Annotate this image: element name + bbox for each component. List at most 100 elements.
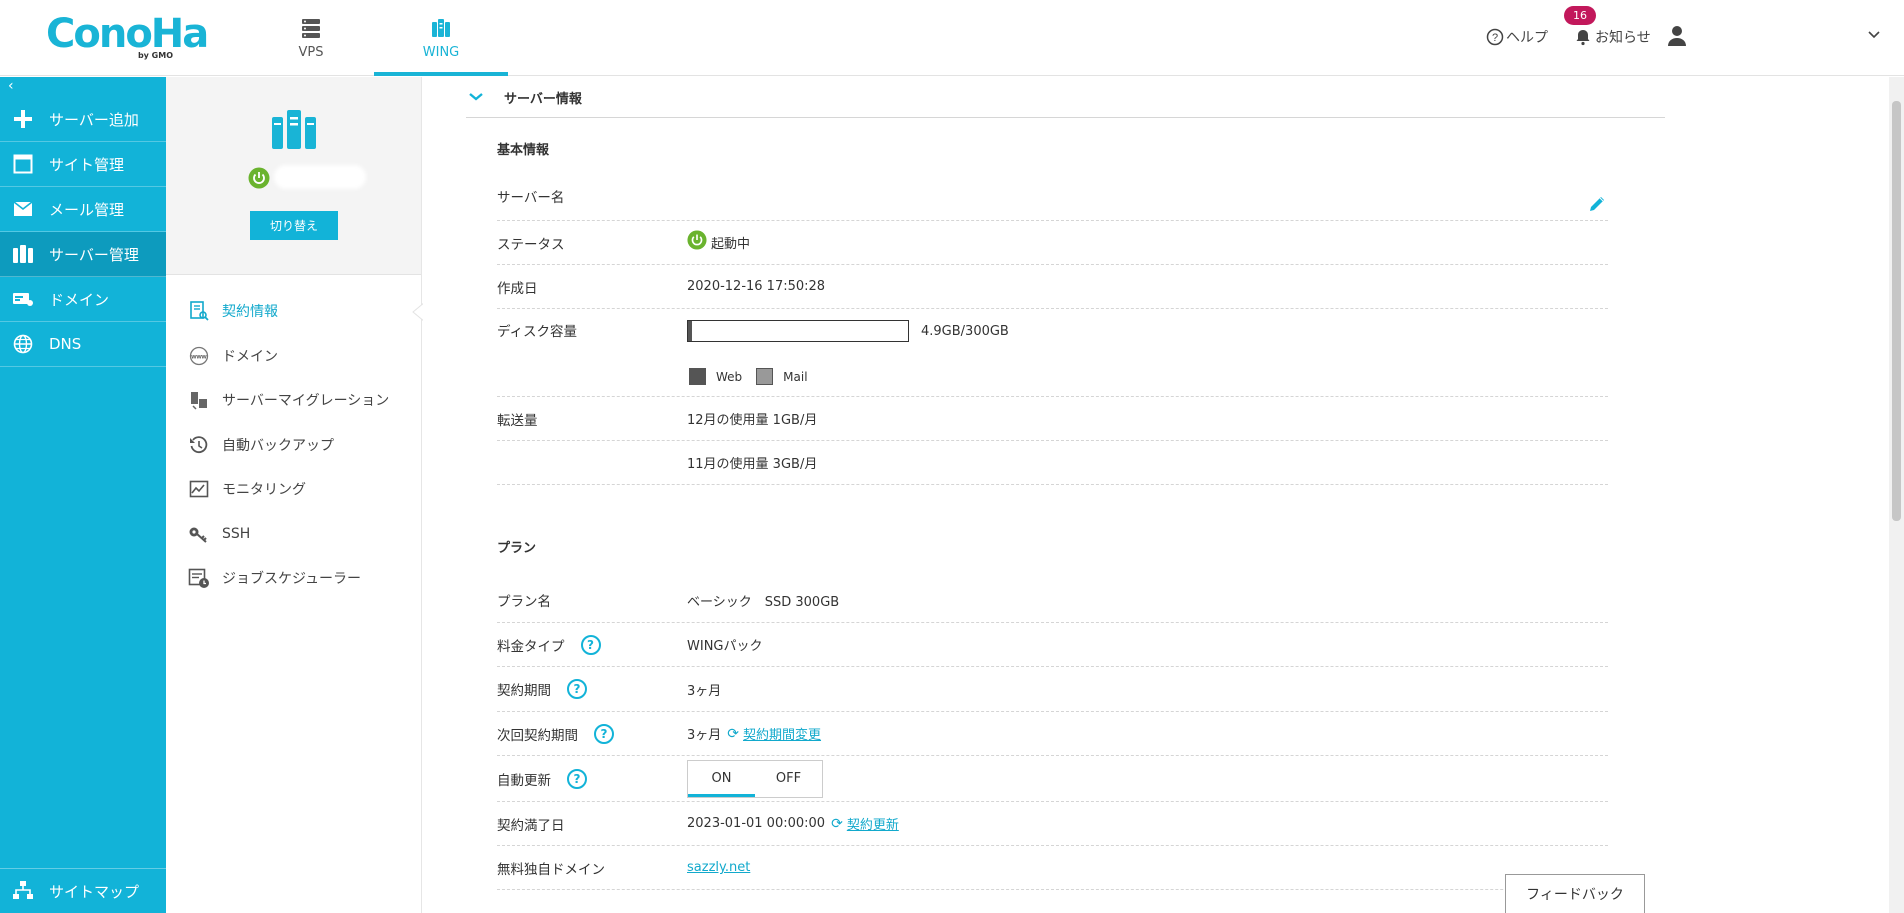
row-fee-type: 料金タイプ? WINGパック <box>497 623 1608 667</box>
logo-text: ConoHa <box>46 11 209 57</box>
page-scrollbar[interactable] <box>1889 77 1904 913</box>
renew-contract-link[interactable]: 契約更新 <box>847 814 899 833</box>
help-question-icon[interactable]: ? <box>567 679 587 699</box>
row-expiry: 契約満了日 2023-01-01 00:00:00 ⟳ 契約更新 <box>497 802 1608 846</box>
disk-usage-fill <box>688 321 692 341</box>
help-label: ヘルプ <box>1506 30 1548 46</box>
section-server-info[interactable]: サーバー情報 <box>466 77 1665 118</box>
notice-link[interactable]: お知らせ <box>1574 27 1651 47</box>
tab-wing[interactable]: WING <box>374 0 508 76</box>
period-label: 契約期間 <box>497 683 551 699</box>
switch-server-button[interactable]: 切り替え <box>250 211 338 240</box>
sidebar-item-mail[interactable]: メール管理 <box>0 187 166 232</box>
tab-wing-label: WING <box>422 44 460 60</box>
sidebar-collapse-button[interactable]: ‹ <box>0 77 166 97</box>
tab-vps-label: VPS <box>298 44 324 60</box>
status-value: 起動中 <box>711 237 751 252</box>
sidebar-item-add-server[interactable]: サーバー追加 <box>0 97 166 142</box>
help-question-icon[interactable]: ? <box>567 768 587 789</box>
menu-item-label: SSH <box>222 525 251 542</box>
menu-item-scheduler[interactable]: ジョブスケジューラー <box>166 556 421 601</box>
plan-heading: プラン <box>497 541 537 556</box>
plan-name-value: ベーシック SSD 300GB <box>687 595 840 610</box>
row-created: 作成日 2020-12-16 17:50:28 <box>497 265 1608 309</box>
transfer-label: 転送量 <box>497 412 538 429</box>
next-period-label: 次回契約期間 <box>497 727 578 744</box>
top-header: ConoHa by GMO VPS WING ? ヘルプ 16 お知らせ <box>0 0 1904 76</box>
scrollbar-thumb[interactable] <box>1892 101 1901 521</box>
bell-icon <box>1576 30 1590 46</box>
migration-icon <box>191 392 207 410</box>
sidebar-item-dns[interactable]: DNS <box>0 322 166 367</box>
change-period-link[interactable]: 契約期間変更 <box>743 724 821 743</box>
power-status-icon <box>248 167 270 189</box>
mail-icon <box>13 201 33 216</box>
disk-label: ディスク容量 <box>497 324 578 340</box>
refresh-icon: ⟳ <box>831 815 843 832</box>
transfer-nov-value: 11月の使用量 3GB/月 <box>687 457 818 472</box>
section-title: サーバー情報 <box>504 91 582 107</box>
logo-sub: by GMO <box>137 51 173 60</box>
sidebar-bottom-label: サイトマップ <box>49 882 140 901</box>
user-icon[interactable] <box>1667 25 1687 47</box>
pencil-edit-icon[interactable] <box>1587 194 1607 214</box>
globe-icon <box>13 334 33 354</box>
fee-type-value: WINGパック <box>687 639 763 654</box>
auto-renew-toggle: ON OFF <box>687 759 823 798</box>
row-plan-name: プラン名 ベーシック SSD 300GB <box>497 573 1608 623</box>
domain-card-icon <box>13 293 33 306</box>
chevron-down-icon[interactable] <box>1867 30 1881 40</box>
power-status-icon <box>687 229 707 250</box>
main-content: サーバー情報 基本情報 サーバー名 ステータス 起動中 作成日 2020-12-… <box>423 77 1904 913</box>
sidebar-item-sitemap[interactable]: サイトマップ <box>0 868 166 913</box>
disk-legend: Web Mail <box>689 368 808 385</box>
legend-mail-swatch <box>756 368 774 385</box>
help-link[interactable]: ? ヘルプ <box>1486 27 1548 47</box>
menu-item-migration[interactable]: サーバーマイグレーション <box>166 378 421 423</box>
help-question-icon[interactable]: ? <box>594 723 614 744</box>
menu-item-label: ドメイン <box>222 348 278 365</box>
toggle-on-option[interactable]: ON <box>688 761 755 797</box>
row-auto-renew: 自動更新? ON OFF <box>497 756 1608 802</box>
sidebar-item-site[interactable]: サイト管理 <box>0 142 166 187</box>
next-period-value: 3ヶ月 <box>687 728 722 743</box>
help-question-icon[interactable]: ? <box>580 634 601 655</box>
plan-name-label: プラン名 <box>497 594 551 610</box>
fee-type-label: 料金タイプ <box>497 638 565 655</box>
period-value: 3ヶ月 <box>687 683 722 699</box>
row-free-domain: 無料独自ドメイン sazzly.net <box>497 846 1608 890</box>
menu-item-label: モニタリング <box>222 482 306 499</box>
sidebar-item-label: サイト管理 <box>49 155 125 174</box>
menu-item-ssh[interactable]: SSH <box>166 512 421 557</box>
disk-usage-bar <box>687 320 909 342</box>
row-server-name: サーバー名 <box>497 171 1608 221</box>
menu-item-monitoring[interactable]: モニタリング <box>166 467 421 512</box>
expiry-value: 2023-01-01 00:00:00 <box>687 816 826 831</box>
toggle-off-option[interactable]: OFF <box>755 760 822 797</box>
feedback-button[interactable]: フィードバック <box>1505 874 1645 913</box>
sidebar-item-domain[interactable]: ドメイン <box>0 277 166 322</box>
svg-text:www: www <box>190 353 207 360</box>
scheduler-icon <box>188 568 209 589</box>
sidebar-item-server[interactable]: サーバー管理 <box>0 232 166 277</box>
tab-vps[interactable]: VPS <box>248 0 374 76</box>
monitoring-icon <box>189 480 209 498</box>
row-status: ステータス 起動中 <box>497 221 1608 265</box>
legend-web-label: Web <box>716 369 743 384</box>
key-icon <box>189 527 207 543</box>
conoha-logo[interactable]: ConoHa by GMO <box>46 11 209 64</box>
sidebar-item-label: DNS <box>49 335 82 353</box>
auto-renew-label: 自動更新 <box>497 772 551 789</box>
menu-item-backup[interactable]: 自動バックアップ <box>166 423 421 468</box>
server-menu: 契約情報 www ドメイン サーバーマイグレーション 自動バックアップ モニタリ… <box>166 289 421 601</box>
help-circle-icon: ? <box>1486 28 1504 46</box>
top-nav: VPS WING <box>248 0 508 76</box>
menu-item-label: ジョブスケジューラー <box>222 571 362 588</box>
menu-item-domain[interactable]: www ドメイン <box>166 334 421 379</box>
server-name-redacted <box>274 165 366 189</box>
free-domain-link[interactable]: sazzly.net <box>687 860 750 875</box>
server-icon <box>13 245 33 263</box>
server-subpanel: 切り替え 契約情報 www ドメイン サーバーマイグレーション 自動バックアップ… <box>166 77 422 913</box>
menu-item-contract[interactable]: 契約情報 <box>166 289 421 334</box>
wing-server-icon <box>432 18 450 37</box>
